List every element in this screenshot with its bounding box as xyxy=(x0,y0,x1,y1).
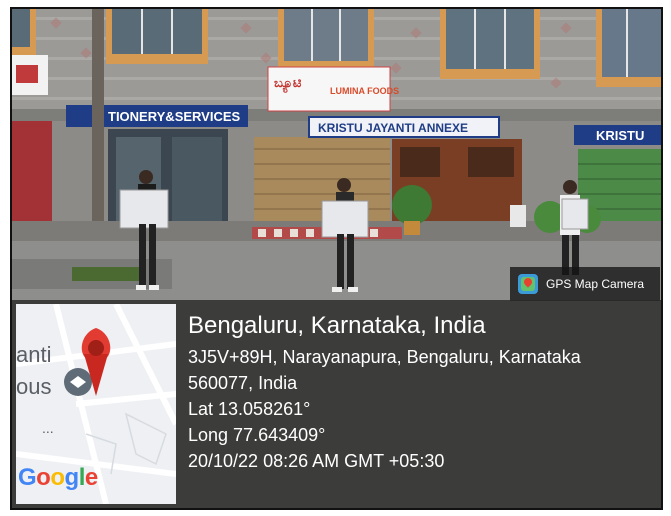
map-dots: ... xyxy=(42,420,54,436)
map-label-top: anti xyxy=(16,342,52,367)
google-letter-o2: o xyxy=(50,464,65,491)
location-address-line1: 3J5V+89H, Narayanapura, Bengaluru, Karna… xyxy=(188,347,581,367)
location-address-line2: 560077, India xyxy=(188,373,298,393)
location-latitude: Lat 13.058261° xyxy=(188,399,311,419)
annexe-sign-text: KRISTU JAYANTI ANNEXE xyxy=(318,121,468,135)
lumina-sign-text: LUMINA FOODS xyxy=(330,86,399,96)
map-label-bottom: ous xyxy=(16,374,52,399)
location-longitude: Long 77.643409° xyxy=(188,425,326,445)
location-datetime: 20/10/22 08:26 AM GMT +05:30 xyxy=(188,451,445,471)
map-thumbnail: anti ous ... Google xyxy=(16,304,176,504)
gps-camera-app-icon xyxy=(518,274,538,294)
google-letter-g2: g xyxy=(64,464,80,491)
google-letter-e: e xyxy=(84,464,98,491)
photo-frame: TIONERY&SERVICES ಬ್ಯೂಟಿ LUMINA FOODS KRI… xyxy=(10,7,663,510)
google-letter-g: G xyxy=(18,464,37,491)
shop-sign-text: TIONERY&SERVICES xyxy=(108,109,241,124)
badge-label: GPS Map Camera xyxy=(546,277,645,291)
location-overlay: anti ous ... Google Bengaluru, Karnataka… xyxy=(12,300,661,508)
location-city: Bengaluru, Karnataka, India xyxy=(188,312,486,339)
google-logo: Google xyxy=(18,464,98,492)
kristu-sign-text: KRISTU xyxy=(596,128,644,143)
location-info: Bengaluru, Karnataka, India 3J5V+89H, Na… xyxy=(188,312,581,474)
gps-map-camera-badge: GPS Map Camera xyxy=(510,267,660,301)
google-letter-o1: o xyxy=(36,464,51,491)
